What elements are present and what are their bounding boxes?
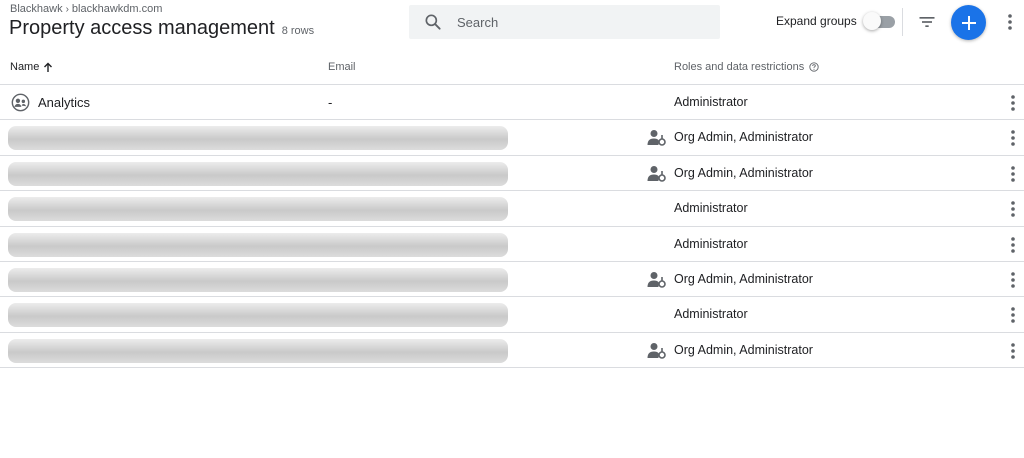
- more-vert-icon[interactable]: [1006, 341, 1020, 361]
- more-vert-icon[interactable]: [1006, 199, 1020, 219]
- more-vert-icon[interactable]: [1006, 235, 1020, 255]
- column-header-roles[interactable]: Roles and data restrictions: [674, 61, 819, 73]
- help-icon[interactable]: [809, 62, 819, 72]
- redacted-name-email: [8, 267, 508, 292]
- table-row[interactable]: Administrator: [0, 191, 1024, 227]
- page-title: Property access management: [9, 17, 275, 39]
- table-header: Name Email Roles and data restrictions: [0, 50, 1024, 85]
- redacted-name-email: [8, 303, 508, 328]
- breadcrumb-separator: ›: [65, 4, 69, 15]
- table-body: Analytics - Administrator Org Admin, Admini…: [0, 85, 1024, 369]
- table-row[interactable]: Analytics - Administrator: [0, 85, 1024, 121]
- redacted-name-email: [8, 338, 508, 363]
- column-header-name[interactable]: Name: [10, 61, 53, 73]
- redacted-name-email: [8, 197, 508, 222]
- column-header-roles-label: Roles and data restrictions: [674, 61, 805, 73]
- row-email: -: [328, 95, 333, 110]
- row-roles: Org Admin, Administrator: [674, 165, 813, 180]
- expand-groups-toggle[interactable]: [862, 11, 897, 31]
- filter-icon[interactable]: [917, 12, 937, 32]
- more-vert-icon[interactable]: [1003, 12, 1017, 32]
- person-admin-icon: [647, 271, 666, 288]
- row-roles: Administrator: [674, 236, 748, 251]
- table-row[interactable]: Org Admin, Administrator: [0, 262, 1024, 298]
- more-vert-icon[interactable]: [1006, 270, 1020, 290]
- table-row[interactable]: Org Admin, Administrator: [0, 156, 1024, 192]
- person-admin-icon: [647, 130, 666, 147]
- redacted-name-email: [8, 126, 508, 151]
- person-admin-icon: [647, 342, 666, 359]
- column-header-email-label: Email: [328, 61, 356, 73]
- redacted-name-email: [8, 161, 508, 186]
- more-vert-icon[interactable]: [1006, 305, 1020, 325]
- more-vert-icon[interactable]: [1006, 164, 1020, 184]
- title-row: Property access management 8 rows: [9, 17, 314, 40]
- breadcrumb: Blackhawk › blackhawkdm.com: [10, 3, 162, 15]
- search-icon: [425, 14, 441, 30]
- person-admin-icon: [647, 165, 666, 182]
- column-header-email[interactable]: Email: [328, 61, 356, 73]
- arrow-up-icon: [44, 62, 53, 72]
- row-name[interactable]: Analytics: [38, 95, 90, 110]
- table-row[interactable]: Org Admin, Administrator: [0, 120, 1024, 156]
- breadcrumb-property[interactable]: blackhawkdm.com: [72, 3, 162, 15]
- row-roles: Org Admin, Administrator: [674, 271, 813, 286]
- redacted-name-email: [8, 232, 508, 257]
- more-vert-icon[interactable]: [1006, 128, 1020, 148]
- row-roles: Org Admin, Administrator: [674, 130, 813, 145]
- column-header-name-label: Name: [10, 61, 40, 73]
- expand-groups-label: Expand groups: [776, 14, 857, 28]
- table-row[interactable]: Administrator: [0, 297, 1024, 333]
- toggle-knob[interactable]: [862, 12, 881, 30]
- row-roles: Administrator: [674, 95, 748, 109]
- group-icon: [11, 93, 30, 112]
- row-roles: Org Admin, Administrator: [674, 342, 813, 357]
- table-row[interactable]: Administrator: [0, 227, 1024, 262]
- expand-groups: Expand groups: [776, 11, 897, 31]
- row-roles: Administrator: [674, 201, 748, 216]
- add-button[interactable]: [951, 5, 986, 40]
- search-bar[interactable]: Search: [409, 5, 720, 39]
- row-roles: Administrator: [674, 307, 748, 322]
- toolbar-divider: [902, 8, 903, 36]
- search-input[interactable]: Search: [457, 15, 498, 30]
- more-vert-icon[interactable]: [1006, 93, 1020, 113]
- breadcrumb-account[interactable]: Blackhawk: [10, 3, 63, 15]
- plus-icon: [961, 15, 976, 30]
- table-row[interactable]: Org Admin, Administrator: [0, 333, 1024, 369]
- row-count: 8 rows: [281, 25, 315, 37]
